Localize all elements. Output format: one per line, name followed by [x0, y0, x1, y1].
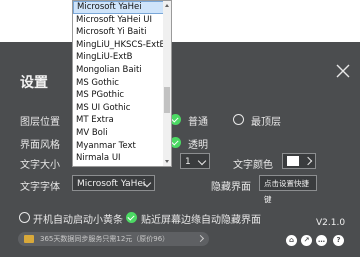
autostart-label[interactable]: 开机自动启动小黄条: [33, 211, 123, 226]
autohide-radio[interactable]: [126, 212, 137, 223]
font-option[interactable]: Nirmala UI: [73, 152, 171, 165]
close-icon[interactable]: [334, 62, 352, 80]
font-option[interactable]: MV Boli: [73, 127, 171, 140]
chat-icon[interactable]: …: [316, 235, 327, 246]
text-size-label: 文字大小: [20, 160, 60, 171]
layer-topmost-label[interactable]: 最顶层: [251, 113, 281, 128]
layer-topmost-radio[interactable]: [233, 114, 244, 125]
color-swatch: [287, 156, 299, 166]
version-label: V2.1.0: [316, 218, 346, 228]
transparent-label[interactable]: 透明: [188, 136, 208, 151]
promo-text: 365天数据同步服务只需12元（原价96）: [40, 235, 170, 243]
help-icon[interactable]: ?: [333, 235, 344, 246]
text-size-value: 1: [185, 157, 191, 167]
font-option[interactable]: MingLiU-ExtB: [73, 51, 171, 64]
font-option[interactable]: MS PGothic: [73, 89, 171, 102]
settings-title: 设置: [20, 75, 48, 91]
font-option[interactable]: Microsoft Yi Baiti: [73, 26, 171, 39]
dropdown-scrollbar[interactable]: [163, 1, 171, 166]
chevron-down-icon: [197, 156, 207, 166]
layer-position-label: 图层位置: [20, 117, 60, 128]
font-option[interactable]: Microsoft YaHei: [73, 1, 171, 14]
text-color-picker[interactable]: [282, 153, 316, 169]
scrollbar-thumb[interactable]: [164, 87, 170, 113]
promo-banner[interactable]: 365天数据同步服务只需12元（原价96）: [18, 232, 209, 246]
autostart-radio[interactable]: [19, 212, 30, 223]
font-dropdown-list[interactable]: Microsoft YaHei Microsoft YaHei UI Microso…: [72, 0, 172, 167]
text-size-select[interactable]: 1: [180, 153, 210, 169]
layer-normal-label[interactable]: 普通: [188, 113, 208, 128]
scroll-up-icon[interactable]: [165, 4, 169, 7]
share-icon[interactable]: ↗: [301, 235, 312, 246]
chevron-right-icon: [303, 156, 313, 166]
text-font-label: 文字字体: [20, 182, 60, 193]
font-select-value: Microsoft YaHei: [77, 179, 146, 189]
scroll-down-icon[interactable]: [165, 160, 169, 163]
shortcut-input[interactable]: 点击设置快捷键: [259, 175, 317, 204]
font-option[interactable]: MS Gothic: [73, 77, 171, 90]
chevron-right-icon: [196, 234, 205, 243]
font-option[interactable]: Microsoft YaHei UI: [73, 14, 171, 27]
font-option[interactable]: Myanmar Text: [73, 140, 171, 153]
text-color-label: 文字颜色: [233, 160, 273, 171]
hide-ui-label: 隐藏界面: [211, 182, 251, 193]
font-option[interactable]: MingLiU_HKSCS-ExtB: [73, 39, 171, 52]
font-option[interactable]: NSimSun: [73, 165, 171, 167]
font-option[interactable]: MT Extra: [73, 114, 171, 127]
ui-style-label: 界面风格: [20, 140, 60, 151]
font-option[interactable]: MS UI Gothic: [73, 102, 171, 115]
gift-icon: [24, 235, 34, 243]
font-dropdown-items: Microsoft YaHei Microsoft YaHei UI Microso…: [73, 1, 171, 167]
font-select[interactable]: Microsoft YaHei: [72, 175, 155, 191]
autohide-label[interactable]: 贴近屏幕边缘自动隐藏界面: [141, 211, 261, 226]
font-option[interactable]: Mongolian Baiti: [73, 64, 171, 77]
home-icon[interactable]: ⌂: [286, 235, 297, 246]
